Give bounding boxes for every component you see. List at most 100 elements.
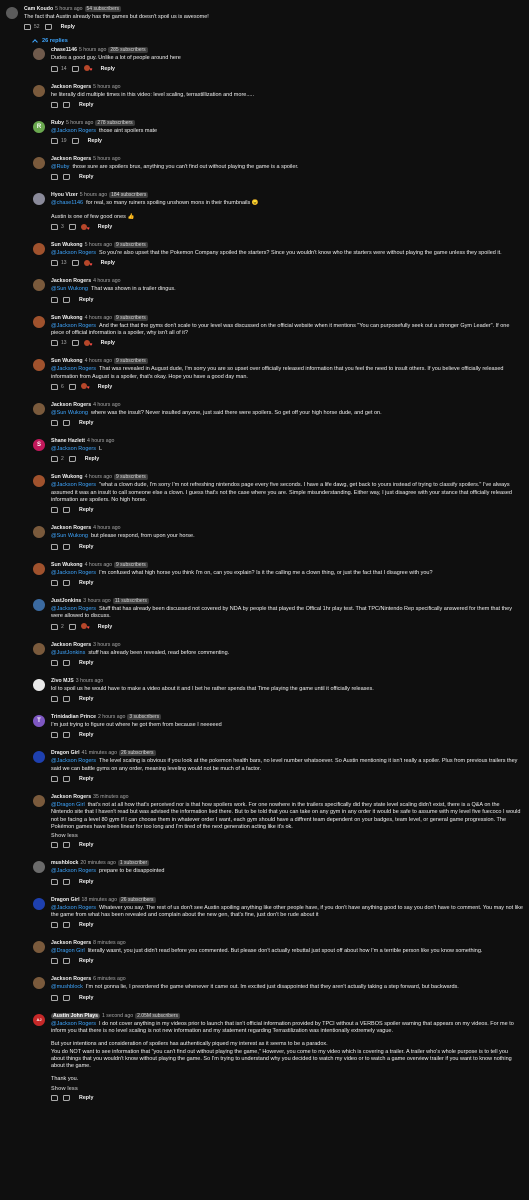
reply-button[interactable]: Reply — [79, 696, 93, 702]
mention-link[interactable]: @Jackson Rogers — [51, 570, 96, 576]
thumbs-up-icon[interactable] — [51, 101, 58, 108]
author-name[interactable]: JustJonkins — [51, 598, 81, 604]
timestamp[interactable]: 5 hours ago — [80, 192, 107, 198]
timestamp[interactable]: 2 hours ago — [98, 714, 125, 720]
timestamp[interactable]: 4 hours ago — [85, 474, 112, 480]
thumbs-up-icon[interactable] — [51, 842, 58, 849]
thumbs-up-icon[interactable] — [51, 659, 58, 666]
reply-button[interactable]: Reply — [79, 580, 93, 586]
timestamp[interactable]: 18 minutes ago — [82, 897, 117, 903]
reply-button[interactable]: Reply — [61, 24, 75, 30]
mention-link[interactable]: @JustJonkins — [51, 650, 85, 656]
author-name[interactable]: Sun Wukong — [51, 358, 83, 364]
thumbs-down-icon[interactable] — [63, 543, 70, 550]
avatar[interactable] — [33, 642, 45, 655]
mention-link[interactable]: @Dragon Girl — [51, 948, 85, 954]
thumbs-down-icon[interactable] — [63, 579, 70, 586]
thumbs-down-icon[interactable] — [63, 1094, 70, 1101]
avatar[interactable] — [33, 897, 45, 910]
thumbs-down-icon[interactable] — [44, 24, 52, 31]
author-name[interactable]: Zivo MJS — [51, 678, 74, 684]
avatar[interactable] — [33, 48, 45, 61]
thumbs-down-icon[interactable] — [63, 659, 70, 666]
author-name[interactable]: Jackson Rogers — [51, 642, 91, 648]
timestamp[interactable]: 5 hours ago — [79, 47, 106, 53]
thumbs-up-icon[interactable] — [51, 922, 58, 929]
thumbs-up-icon[interactable] — [51, 420, 58, 427]
author-name[interactable]: Jackson Rogers — [51, 794, 91, 800]
thumbs-up-icon[interactable] — [51, 732, 58, 739]
timestamp[interactable]: 5 hours ago — [85, 242, 112, 248]
author-name[interactable]: Sun Wukong — [51, 242, 83, 248]
author-name[interactable]: chase1146 — [51, 47, 77, 53]
reply-button[interactable]: Reply — [101, 66, 115, 72]
thumbs-up-icon[interactable] — [51, 1094, 58, 1101]
mention-link[interactable]: @Sun Wukong — [51, 410, 88, 416]
mention-link[interactable]: @Sun Wukong — [51, 286, 88, 292]
avatar[interactable] — [33, 157, 45, 170]
thumbs-up-icon[interactable] — [51, 696, 58, 703]
avatar[interactable]: T — [33, 715, 45, 728]
timestamp[interactable]: 4 hours ago — [93, 525, 120, 531]
timestamp[interactable]: 4 hours ago — [93, 402, 120, 408]
reply-button[interactable]: Reply — [79, 1095, 93, 1101]
timestamp[interactable]: 20 minutes ago — [80, 860, 115, 866]
author-name[interactable]: Jackson Rogers — [51, 976, 91, 982]
avatar[interactable] — [33, 795, 45, 808]
thumbs-down-icon[interactable] — [68, 623, 76, 630]
thumbs-up-icon[interactable] — [51, 994, 58, 1001]
thumbs-down-icon[interactable] — [63, 420, 70, 427]
thumbs-down-icon[interactable] — [71, 260, 79, 267]
timestamp[interactable]: 4 hours ago — [85, 358, 112, 364]
reply-button[interactable]: Reply — [79, 507, 93, 513]
timestamp[interactable]: 5 hours ago — [93, 156, 120, 162]
timestamp[interactable]: 4 hours ago — [87, 438, 114, 444]
timestamp[interactable]: 5 hours ago — [66, 120, 93, 126]
author-name[interactable]: Jackson Rogers — [51, 402, 91, 408]
thumbs-down-icon[interactable] — [71, 340, 79, 347]
author-name[interactable]: Austin John Plays — [51, 1012, 100, 1019]
author-name[interactable]: Ruby — [51, 120, 64, 126]
thumbs-up-icon[interactable] — [51, 579, 58, 586]
thumbs-down-icon[interactable] — [63, 696, 70, 703]
mention-link[interactable]: @Jackson Rogers — [51, 323, 96, 329]
avatar[interactable] — [33, 562, 45, 575]
avatar[interactable] — [33, 402, 45, 415]
avatar[interactable] — [33, 279, 45, 292]
timestamp[interactable]: 5 hours ago — [93, 84, 120, 90]
mention-link[interactable]: @Dragon Girl — [51, 802, 85, 808]
timestamp[interactable]: 3 hours ago — [76, 678, 103, 684]
timestamp[interactable]: 5 hours ago — [55, 6, 82, 12]
thumbs-down-icon[interactable] — [63, 101, 70, 108]
reply-button[interactable]: Reply — [79, 995, 93, 1001]
thumbs-down-icon[interactable] — [63, 776, 70, 783]
thumbs-down-icon[interactable] — [63, 994, 70, 1001]
thumbs-up-icon[interactable] — [51, 224, 58, 231]
timestamp[interactable]: 3 hours ago — [93, 642, 120, 648]
reply-button[interactable]: Reply — [79, 922, 93, 928]
thumbs-up-icon[interactable] — [51, 958, 58, 965]
reply-button[interactable]: Reply — [98, 224, 112, 230]
thumbs-down-icon[interactable] — [63, 296, 70, 303]
mention-link[interactable]: @Jackson Rogers — [51, 905, 96, 911]
reply-button[interactable]: Reply — [79, 544, 93, 550]
reply-button[interactable]: Reply — [79, 660, 93, 666]
thumbs-down-icon[interactable] — [71, 65, 79, 72]
author-name[interactable]: Hyou Vizer — [51, 192, 78, 198]
author-name[interactable]: Dragon Girl — [51, 897, 80, 903]
reply-button[interactable]: Reply — [79, 297, 93, 303]
author-name[interactable]: Jackson Rogers — [51, 940, 91, 946]
avatar[interactable] — [33, 315, 45, 328]
reply-button[interactable]: Reply — [101, 340, 115, 346]
thumbs-up-icon[interactable] — [51, 878, 58, 885]
author-name[interactable]: Sun Wukong — [51, 315, 83, 321]
avatar[interactable] — [6, 7, 18, 19]
thumbs-up-icon[interactable] — [51, 507, 58, 514]
mention-link[interactable]: @Jackson Rogers — [51, 128, 96, 134]
author-name[interactable]: Sun Wukong — [51, 474, 83, 480]
mention-link[interactable]: @Jackson Rogers — [51, 758, 96, 764]
mention-link[interactable]: @Jackson Rogers — [51, 446, 96, 452]
thumbs-up-icon[interactable] — [51, 65, 58, 72]
thumbs-down-icon[interactable] — [63, 958, 70, 965]
timestamp[interactable]: 8 minutes ago — [93, 940, 126, 946]
